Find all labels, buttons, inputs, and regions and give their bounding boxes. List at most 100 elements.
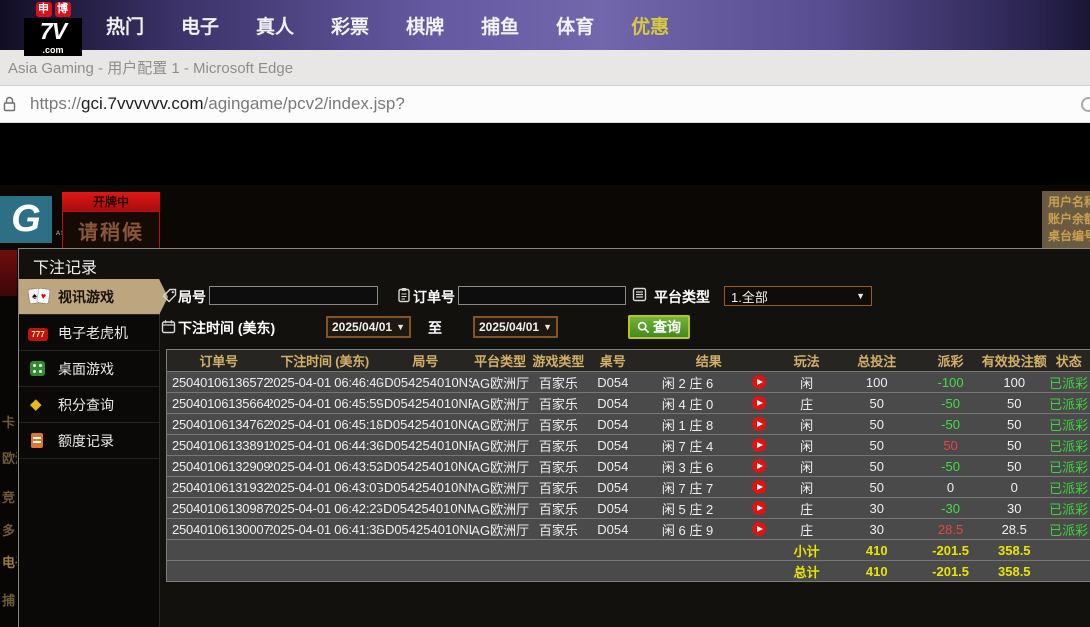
table-no: D054	[588, 414, 638, 434]
date-to-select[interactable]: 2025/04/01 ▼	[473, 316, 558, 338]
chevron-down-icon: ▼	[856, 291, 865, 301]
play-replay-button[interactable]	[752, 375, 766, 389]
url-text[interactable]: https://gci.7vvvvvv.com/agingame/pcv2/in…	[30, 94, 405, 114]
column-header: 状态	[1047, 350, 1089, 371]
platform-type-label: 平台类型	[654, 287, 710, 307]
background-remnant-text: 电子	[2, 552, 17, 571]
date-from-select[interactable]: 2025/04/01 ▼	[326, 316, 411, 338]
game-type: 百家乐	[529, 456, 588, 476]
bet-type: 闲	[780, 414, 834, 434]
platform-type: AG欧洲厅	[472, 393, 529, 413]
nav-item-8[interactable]: 优惠	[631, 12, 669, 39]
bet-time: 2025-04-01 06:43:52	[270, 456, 379, 476]
sidebar-item-4[interactable]: ◆ 积分查询	[19, 387, 159, 423]
order-no-input[interactable]	[458, 286, 626, 305]
screen: 申 博 7V .com 热门电子真人彩票棋牌捕鱼体育优惠 Asia Gaming…	[0, 0, 1090, 627]
table-row: 2504010613657292025-04-01 06:46:40GD0542…	[167, 371, 1090, 392]
url-domain: gci.7vvvvvv.com	[81, 94, 204, 113]
slots-icon: 777	[28, 324, 50, 342]
bet-type: 闲	[780, 372, 834, 392]
subtotal-gap	[167, 540, 780, 560]
bet-type: 闲	[780, 477, 834, 497]
bet-time: 2025-04-01 06:46:40	[270, 372, 379, 392]
nav-item-3[interactable]: 真人	[256, 12, 294, 39]
sidebar-item-5[interactable]: 额度记录	[19, 423, 159, 459]
nav-item-1[interactable]: 热门	[106, 12, 144, 39]
platform-type: AG欧洲厅	[472, 372, 529, 392]
platform-type-select[interactable]: 1.全部 ▼	[724, 286, 872, 306]
game-type: 百家乐	[529, 477, 588, 497]
top-nav: 申 博 7V .com 热门电子真人彩票棋牌捕鱼体育优惠	[0, 0, 1090, 50]
play-replay-button[interactable]	[752, 480, 766, 494]
play-replay-button[interactable]	[752, 522, 766, 536]
table-row: 2504010613290982025-04-01 06:43:52GD0542…	[167, 455, 1090, 476]
sidebar-item-label: 积分查询	[58, 395, 114, 415]
nav-item-6[interactable]: 捕鱼	[481, 12, 519, 39]
chevron-down-icon: ▼	[396, 322, 405, 332]
sidebar-item-label: 电子老虎机	[58, 323, 128, 343]
valid-bet: 0	[981, 477, 1047, 497]
status: 已派彩	[1047, 435, 1089, 455]
sidebar-item-2[interactable]: 777 电子老虎机	[19, 315, 159, 351]
nav-item-7[interactable]: 体育	[556, 12, 594, 39]
column-header: 桌号	[588, 350, 638, 371]
site-logo[interactable]: 申 博 7V .com	[24, 2, 82, 56]
sidebar-item-1[interactable]: ♠♥视讯游戏	[19, 279, 159, 315]
subtotal-valid_bet: 358.5	[981, 540, 1047, 560]
result: 闲 2 庄 6	[638, 372, 738, 392]
date-to-value: 2025/04/01	[479, 320, 539, 334]
sidebar-item-label: 桌面游戏	[58, 359, 114, 379]
dealing-status-banner: 开牌中	[62, 192, 160, 211]
sidebar-item-3[interactable]: 桌面游戏	[19, 351, 159, 387]
round-no-label: 局号	[178, 287, 206, 307]
points-icon: ◆	[28, 396, 50, 414]
table-row: 2504010613098732025-04-01 06:42:23GD0542…	[167, 497, 1090, 518]
browser-urlbar[interactable]: https://gci.7vvvvvv.com/agingame/pcv2/in…	[0, 86, 1090, 123]
grand-total-total_bet: 410	[833, 561, 920, 581]
game-type: 百家乐	[529, 393, 588, 413]
round-no: GD054254010NO	[379, 456, 471, 476]
grand-total-payout: -201.5	[920, 561, 981, 581]
bet-time: 2025-04-01 06:43:07	[270, 477, 379, 497]
status: 已派彩	[1047, 372, 1089, 392]
order-no: 250401061300076	[167, 519, 270, 539]
nav-item-2[interactable]: 电子	[181, 12, 219, 39]
play-replay-button[interactable]	[752, 459, 766, 473]
background-red-remnant	[0, 250, 17, 296]
column-header: 游戏类型	[529, 350, 588, 371]
play-replay-button[interactable]	[752, 438, 766, 452]
platform-type-value: 1.全部	[731, 287, 768, 306]
cards-icon: ♠♥	[28, 288, 50, 306]
play-replay-button[interactable]	[752, 417, 766, 431]
status: 已派彩	[1047, 498, 1089, 518]
subtotal-row: 小计410-201.5358.5	[167, 539, 1090, 560]
status: 已派彩	[1047, 519, 1089, 539]
payout: 0	[920, 477, 981, 497]
panel-sidebar: ♠♥视讯游戏 777 电子老虎机桌面游戏 ◆ 积分查询额度记录	[19, 279, 160, 627]
table-no: D054	[588, 456, 638, 476]
status: 已派彩	[1047, 456, 1089, 476]
order-no: 250401061329098	[167, 456, 270, 476]
replay-cell	[737, 519, 779, 539]
total-bet: 50	[833, 414, 920, 434]
search-button[interactable]: 查询	[628, 315, 690, 339]
column-header: 派彩	[920, 350, 981, 371]
logo-badge-bo: 博	[55, 2, 71, 17]
asia-gaming-logo: G	[0, 196, 52, 243]
nav-item-4[interactable]: 彩票	[331, 12, 369, 39]
payout: -30	[920, 498, 981, 518]
order-no-label: 订单号	[413, 287, 455, 307]
play-replay-button[interactable]	[752, 501, 766, 515]
table-row: 2504010613476202025-04-01 06:45:18GD0542…	[167, 413, 1090, 434]
urlbar-right-icon[interactable]	[1081, 97, 1090, 112]
round-no: GD054254010NM	[379, 498, 471, 518]
logo-badge-shen: 申	[36, 2, 52, 17]
lock-icon[interactable]	[2, 96, 17, 112]
round-no-input[interactable]	[209, 286, 378, 305]
game-type: 百家乐	[529, 435, 588, 455]
table-body: 2504010613657292025-04-01 06:46:40GD0542…	[167, 371, 1090, 581]
replay-cell	[737, 414, 779, 434]
valid-bet: 100	[981, 372, 1047, 392]
nav-item-5[interactable]: 棋牌	[406, 12, 444, 39]
play-replay-button[interactable]	[752, 396, 766, 410]
